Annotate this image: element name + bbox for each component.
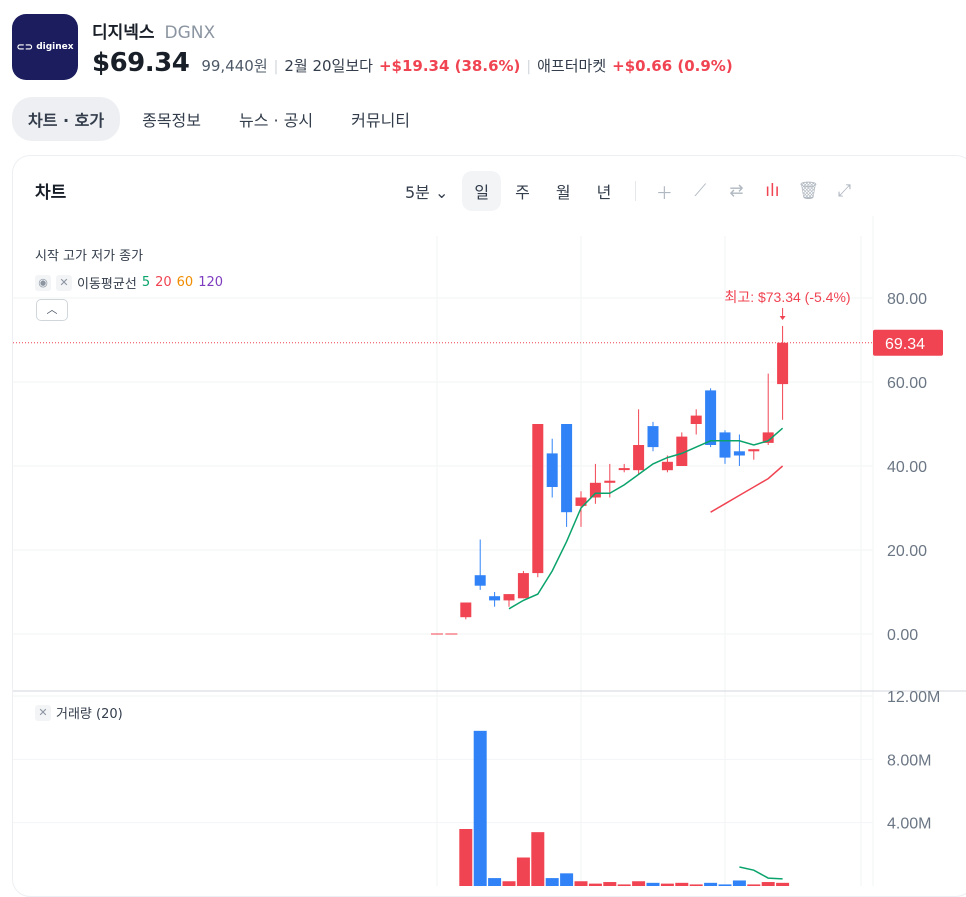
current-price: $69.34 — [92, 48, 190, 78]
volume-legend: ✕ 거래량 (20) — [35, 703, 123, 722]
volume-bar — [732, 880, 746, 886]
ma20-line — [710, 465, 784, 513]
y-tick-label: 20.00 — [887, 543, 927, 560]
tab-news[interactable]: 뉴스 · 공시 — [223, 97, 329, 141]
volume-bar — [632, 881, 646, 886]
candle-body — [661, 461, 673, 471]
high-annotation: 최고: $73.34 (-5.4%) — [724, 289, 850, 305]
candle-body — [618, 468, 630, 471]
candle-body — [532, 424, 544, 574]
candle-body — [748, 449, 760, 452]
volume-bar — [516, 857, 530, 886]
volume-bar — [660, 883, 674, 886]
candle-body — [517, 573, 529, 599]
price-row: $69.34 99,440원 | 2월 20일보다 +$19.34 (38.6%… — [92, 48, 733, 78]
price-chart[interactable]: 80.00 60.00 40.00 20.00 0.00 12.00M 8.00M 4.00M… — [13, 156, 966, 896]
ohlc-legend: 시작 고가 저가 종가 — [35, 249, 144, 264]
ma-label: 이동평균선 — [77, 277, 137, 292]
candle-body — [474, 575, 486, 586]
volume-tick-label: 4.00M — [887, 816, 931, 833]
chain-link-icon: ⊂⊃ — [16, 41, 34, 53]
candle-body — [633, 445, 645, 471]
chevron-up-icon: ︿ — [46, 303, 58, 316]
ma20-label: 20 — [155, 275, 172, 290]
volume-label: 거래량 (20) — [56, 707, 123, 722]
candle-body — [489, 596, 501, 601]
volume-ma-line — [739, 866, 783, 880]
ma120-label: 120 — [198, 275, 224, 290]
volume-bar — [560, 873, 574, 886]
tab-chart-orderbook[interactable]: 차트 · 호가 — [12, 97, 121, 141]
y-tick-label: 60.00 — [887, 375, 927, 392]
volume-bar — [531, 832, 545, 886]
candle-body — [777, 342, 789, 385]
stock-name: 디지넥스 — [92, 23, 155, 43]
aftermarket-label: 애프터마켓 — [537, 57, 607, 75]
ma60-label: 60 — [176, 275, 194, 290]
candle-body — [503, 594, 515, 601]
separator: | — [526, 59, 532, 75]
candle-body — [705, 390, 717, 445]
separator: | — [273, 59, 279, 75]
candle-body — [647, 426, 659, 448]
price-change: +$19.34 (38.6%) — [378, 57, 521, 75]
collapse-legend-button[interactable]: ︿ — [36, 299, 68, 321]
ma-legend: ◉ ✕ 이동평균선 5 20 60 120 — [35, 273, 223, 292]
volume-bar — [689, 884, 703, 886]
volume-bar — [704, 882, 718, 886]
volume-bar — [588, 883, 602, 886]
y-tick-label: 0.00 — [887, 627, 918, 644]
volume-bar — [459, 829, 473, 886]
volume-bar — [646, 882, 660, 886]
y-tick-label: 40.00 — [887, 459, 927, 476]
candle-body — [604, 480, 616, 483]
stock-tabs: 차트 · 호가 종목정보 뉴스 · 공시 커뮤니티 — [12, 97, 426, 141]
volume-bar — [545, 878, 559, 886]
volume-bar — [718, 884, 732, 886]
chart-card: 차트 5분 ⌄ 일 주 월 년 ＋ ⟋ ⇄ ılı 🗑 ⤢ 80.00 60.00… — [12, 155, 966, 897]
company-logo: ⊂⊃ diginex — [12, 14, 78, 80]
stock-ticker: DGNX — [164, 23, 216, 43]
current-price-tag-label: 69.34 — [885, 336, 925, 353]
high-annotation-arrowhead — [779, 315, 786, 320]
volume-tick-label: 12.00M — [887, 689, 940, 706]
stock-header: ⊂⊃ diginex 디지넥스 DGNX $69.34 99,440원 | 2월… — [12, 12, 952, 80]
y-tick-label: 80.00 — [887, 291, 927, 308]
stock-name-row: 디지넥스 DGNX — [92, 18, 215, 43]
close-icon[interactable]: ✕ — [35, 704, 51, 721]
volume-bar — [675, 882, 689, 886]
candle-body — [561, 424, 573, 513]
volume-bar — [574, 881, 588, 886]
candle-body — [460, 602, 472, 618]
candle-body — [690, 415, 702, 424]
candle-body — [546, 453, 558, 487]
price-krw: 99,440원 — [201, 57, 268, 75]
volume-bar — [776, 882, 790, 886]
compare-label: 2월 20일보다 — [284, 57, 373, 75]
volume-bar — [761, 882, 775, 886]
tab-community[interactable]: 커뮤니티 — [335, 97, 426, 141]
candle-body — [719, 432, 731, 458]
ma5-label: 5 — [141, 275, 151, 290]
volume-bar — [488, 878, 502, 886]
tab-stock-info[interactable]: 종목정보 — [126, 97, 217, 141]
volume-bar — [747, 884, 761, 886]
logo-text: diginex — [36, 42, 74, 52]
volume-bar — [603, 882, 617, 886]
candle-body — [733, 451, 745, 456]
candle-body — [589, 482, 601, 498]
aftermarket-change: +$0.66 (0.9%) — [612, 57, 733, 75]
close-icon[interactable]: ✕ — [56, 274, 72, 291]
volume-bar — [473, 730, 487, 886]
volume-bar — [502, 881, 516, 886]
volume-bar — [617, 884, 631, 886]
volume-tick-label: 8.00M — [887, 752, 931, 769]
eye-off-icon[interactable]: ◉ — [35, 274, 51, 291]
